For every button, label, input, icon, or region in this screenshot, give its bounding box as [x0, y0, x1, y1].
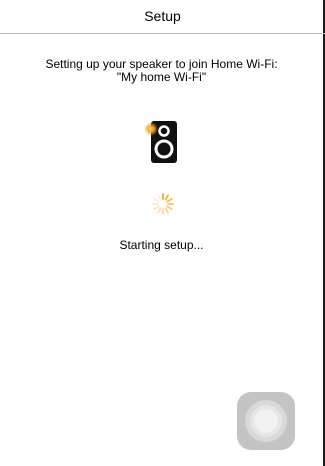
network-name: "My home Wi-Fi": [116, 70, 207, 84]
page-title: Setup: [144, 8, 181, 24]
setup-message: Setting up your speaker to join Home Wi-…: [10, 58, 313, 84]
assistive-touch-button[interactable]: [237, 392, 295, 450]
loading-spinner-icon: [152, 193, 174, 215]
status-text: Starting setup...: [119, 238, 204, 252]
setup-screen: Setup Setting up your speaker to join Ho…: [0, 0, 325, 466]
assistive-touch-center: [254, 409, 278, 433]
speaker-icon: [144, 121, 177, 163]
speaker-indicator-light: [144, 122, 158, 136]
navigation-bar: Setup: [0, 0, 325, 34]
